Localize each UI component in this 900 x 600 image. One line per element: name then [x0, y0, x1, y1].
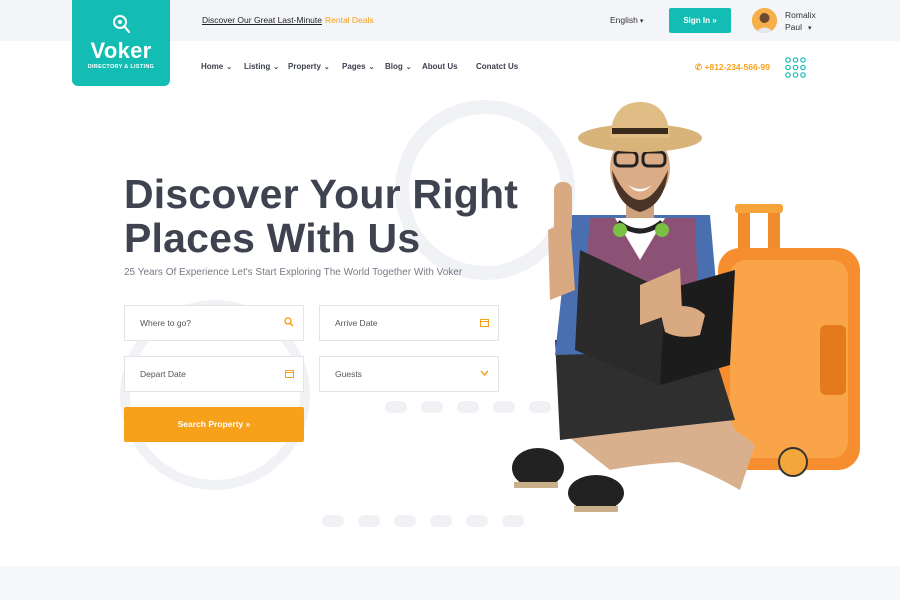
promo-banner[interactable]: Discover Our Great Last-Minute Rental Dea… — [202, 15, 374, 25]
language-selector[interactable]: English ▾ — [610, 15, 643, 25]
phone-text: +812-234-566-99 — [704, 62, 770, 72]
chevron-down-icon: ⌄ — [273, 64, 280, 71]
nav-label: Conatct Us — [476, 62, 519, 71]
site-logo[interactable]: Voker DIRECTORY & LISTING — [72, 0, 170, 86]
promo-text[interactable]: Discover Our Great Last-Minute — [202, 15, 322, 25]
depart-date-input[interactable]: Depart Date — [124, 356, 304, 392]
nav-item-about[interactable]: About Us — [422, 62, 458, 71]
phone-icon: ✆ — [695, 62, 703, 72]
arrive-placeholder: Arrive Date — [335, 318, 378, 328]
footer-band — [0, 566, 900, 600]
chevron-down-icon — [480, 357, 489, 391]
chevron-down-icon: ⌄ — [226, 64, 233, 71]
calendar-icon — [285, 357, 294, 391]
nav-item-home[interactable]: Home ⌄ — [201, 62, 232, 71]
hero-subtitle: 25 Years Of Experience Let's Start Explo… — [124, 267, 463, 278]
nav-item-property[interactable]: Property ⌄ — [288, 62, 330, 71]
nav-label: Listing — [244, 62, 271, 71]
guests-select[interactable]: Guests — [319, 356, 499, 392]
search-icon — [284, 306, 294, 340]
calendar-icon — [480, 306, 489, 340]
language-label: English — [610, 15, 638, 25]
chevron-down-icon: ⌄ — [368, 64, 375, 71]
caret-down-icon: ▾ — [808, 25, 812, 32]
logo-tagline: DIRECTORY & LISTING — [87, 64, 155, 70]
promo-highlight[interactable]: Rental Deals — [325, 15, 374, 25]
logo-name: Voker — [90, 38, 152, 63]
sign-in-button[interactable]: Sign In » — [669, 8, 731, 33]
chevron-down-icon: ⌄ — [323, 64, 330, 71]
nav-label: Home — [201, 62, 224, 71]
hero-title: Discover Your Right Places With Us — [124, 172, 518, 260]
dot-grid-icon[interactable] — [785, 57, 806, 78]
where-placeholder: Where to go? — [140, 318, 192, 328]
avatar[interactable] — [752, 8, 777, 33]
traveler-image — [512, 102, 860, 512]
nav-item-blog[interactable]: Blog ⌄ — [385, 62, 412, 71]
nav-label: Blog — [385, 62, 403, 71]
user-menu[interactable]: Romalix Paul ▾ — [785, 9, 816, 35]
nav-label: Pages — [342, 62, 366, 71]
avatar-icon — [752, 8, 777, 33]
user-first-name: Romalix — [785, 10, 816, 20]
hero-title-line: Places With Us — [124, 215, 421, 261]
where-input[interactable]: Where to go? — [124, 305, 304, 341]
hero-title-line: Discover Your Right — [124, 171, 519, 217]
nav-label: About Us — [422, 62, 458, 71]
arrive-date-input[interactable]: Arrive Date — [319, 305, 499, 341]
nav-item-pages[interactable]: Pages ⌄ — [342, 62, 374, 71]
phone-number[interactable]: ✆ +812-234-566-99 — [695, 62, 770, 73]
depart-placeholder: Depart Date — [140, 369, 186, 379]
chevron-down-icon: ⌄ — [405, 64, 412, 71]
nav-label: Property — [288, 62, 321, 71]
guests-label: Guests — [335, 369, 362, 379]
user-last-name: Paul — [785, 22, 803, 32]
nav-item-listing[interactable]: Listing ⌄ — [244, 62, 279, 71]
caret-down-icon: ▾ — [639, 18, 644, 25]
search-property-button[interactable]: Search Property » — [124, 407, 304, 442]
map-pin-search-icon — [113, 15, 130, 34]
nav-item-contact[interactable]: Conatct Us — [476, 62, 518, 71]
